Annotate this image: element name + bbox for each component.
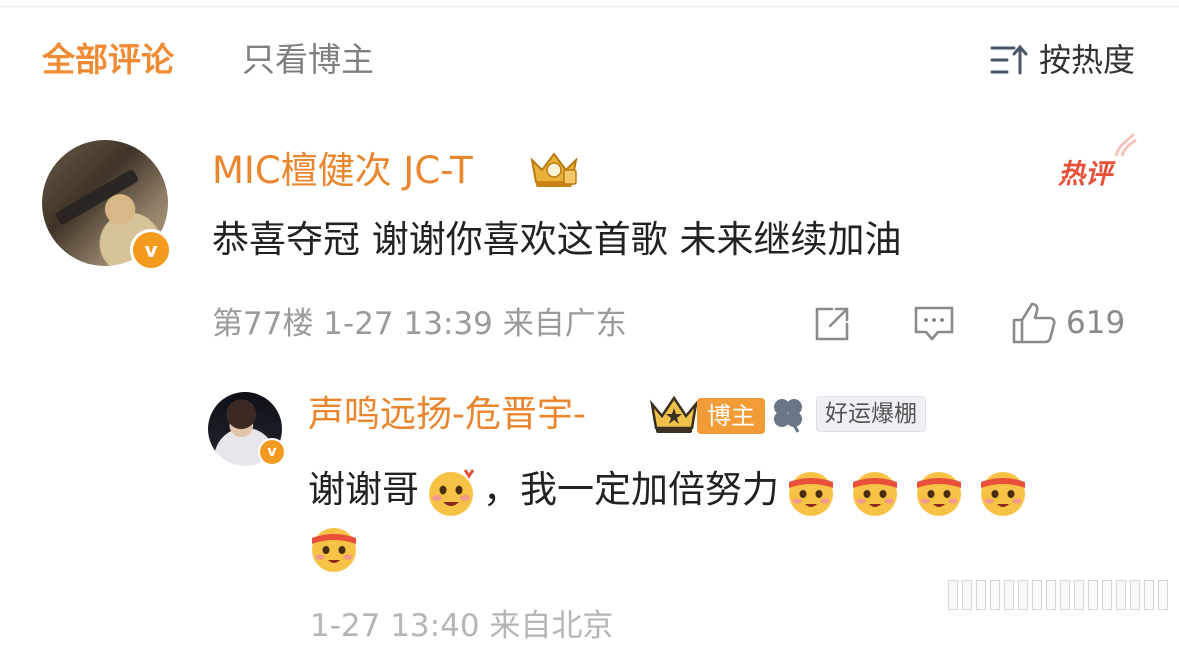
comment-username[interactable]: MIC檀健次 JC-T <box>212 148 473 194</box>
comment-text: 恭喜夺冠 谢谢你喜欢这首歌 未来继续加油 <box>212 218 902 261</box>
hot-flame-icon <box>1114 132 1137 157</box>
top-divider <box>0 6 1179 7</box>
share-icon <box>815 307 849 341</box>
fan-badge: 好运爆棚 <box>768 394 926 434</box>
hot-comment-badge: 热评 <box>1058 159 1112 190</box>
fighting-emoji-icon <box>312 528 356 572</box>
reply-verified-badge-icon: v <box>258 438 286 466</box>
like-button[interactable]: 619 <box>1010 300 1125 346</box>
watermark-bar <box>948 580 1168 610</box>
sort-icon <box>990 44 1028 75</box>
fan-badge-label: 好运爆棚 <box>816 396 926 432</box>
tab-blogger-only[interactable]: 只看博主 <box>242 40 374 80</box>
crown-badge-icon <box>530 152 578 187</box>
reply-username[interactable]: 声鸣远扬-危晋宇- <box>308 392 586 438</box>
verified-badge-icon: v <box>130 229 172 271</box>
blushing-smile-emoji-icon <box>429 468 475 516</box>
share-button[interactable] <box>812 304 852 344</box>
thumbs-up-icon <box>1012 302 1056 344</box>
like-count: 619 <box>1066 305 1126 341</box>
reply-text-part2: ，我一定加倍努力 <box>483 468 779 511</box>
reply-text: 谢谢哥 ，我一定加倍努力 <box>308 462 1035 518</box>
sort-by-hot-button[interactable]: 按热度 <box>989 40 1135 80</box>
reply-crown-badge-icon <box>650 395 698 433</box>
comment-button[interactable] <box>912 304 956 344</box>
comment-icon <box>914 306 954 341</box>
reply-text-part1: 谢谢哥 <box>308 468 419 511</box>
reply-emoji-row <box>308 522 366 574</box>
fighting-emoji-icon <box>917 471 961 516</box>
fighting-emoji-icon <box>981 471 1025 516</box>
fighting-emoji-icon <box>789 471 833 516</box>
comment-meta: 第77楼 1-27 13:39 来自广东 <box>212 306 627 342</box>
reply-meta: 1-27 13:40 来自北京 <box>310 608 614 644</box>
clover-icon <box>774 399 802 433</box>
blogger-tag: 博主 <box>697 398 765 434</box>
sort-label: 按热度 <box>1038 41 1135 79</box>
fighting-emoji-icon <box>853 471 897 516</box>
tab-all-comments[interactable]: 全部评论 <box>42 40 174 80</box>
